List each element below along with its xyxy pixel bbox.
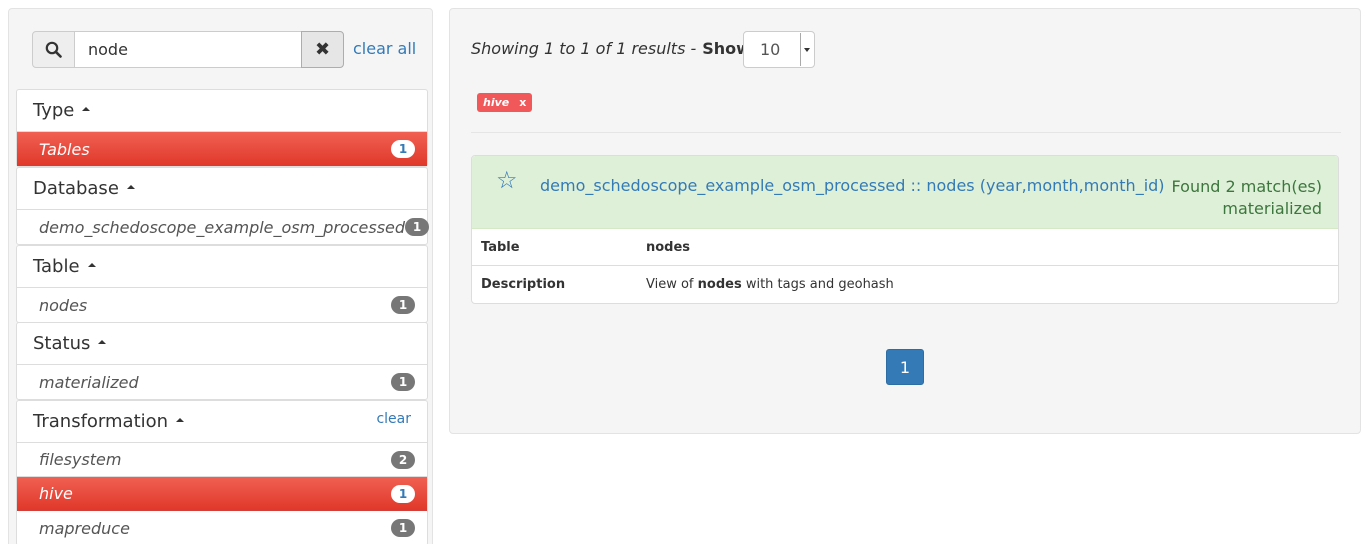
results-count-text: Showing 1 to 1 of 1 results - bbox=[471, 39, 697, 58]
facet-item-tables[interactable]: Tables 1 bbox=[17, 132, 427, 166]
caret-up-icon bbox=[176, 418, 185, 422]
result-header: ☆ demo_schedoscope_example_osm_processed… bbox=[472, 156, 1338, 229]
facet-item-database[interactable]: demo_schedoscope_example_osm_processed 1 bbox=[17, 210, 430, 244]
facet-item-materialized[interactable]: materialized 1 bbox=[17, 365, 427, 399]
facet-item-label: filesystem bbox=[39, 450, 122, 469]
caret-up-icon bbox=[98, 340, 107, 344]
chevron-down-icon bbox=[800, 33, 812, 66]
clear-search-button[interactable]: ✖ bbox=[301, 31, 344, 68]
facet-table-title[interactable]: Table bbox=[17, 246, 427, 288]
search-button[interactable] bbox=[32, 31, 75, 68]
results-panel: Showing 1 to 1 of 1 results - Show 10 hi… bbox=[449, 8, 1361, 434]
facet-item-hive[interactable]: hive 1 bbox=[17, 477, 427, 511]
close-icon: ✖ bbox=[314, 39, 331, 60]
facet-item-label: Tables bbox=[39, 139, 90, 159]
facet-title-label: Type bbox=[33, 100, 75, 121]
facet-item-label: materialized bbox=[39, 372, 139, 392]
search-icon bbox=[45, 41, 62, 58]
facet-item-filesystem[interactable]: filesystem 2 bbox=[17, 443, 427, 477]
result-status: materialized bbox=[1222, 199, 1322, 218]
description-highlight: nodes bbox=[697, 277, 742, 292]
facet-clear-link[interactable]: clear bbox=[376, 411, 411, 427]
description-prefix: View of bbox=[646, 277, 698, 292]
facet-sidebar: ✖ clear all Type Tables 1 Database demo_… bbox=[8, 8, 433, 544]
search-bar: ✖ bbox=[32, 31, 344, 68]
result-row-key: Description bbox=[481, 277, 566, 292]
active-filter-tag: hive x bbox=[477, 93, 533, 112]
result-card: ☆ demo_schedoscope_example_osm_processed… bbox=[471, 155, 1339, 304]
search-input[interactable] bbox=[75, 31, 301, 68]
facet-database-title[interactable]: Database bbox=[17, 168, 427, 210]
facet-title-label: Status bbox=[33, 333, 91, 354]
count-badge: 1 bbox=[391, 140, 415, 158]
count-badge: 1 bbox=[391, 373, 415, 391]
count-badge: 1 bbox=[391, 296, 415, 314]
facet-title-label: Table bbox=[33, 256, 80, 277]
clear-all-link[interactable]: clear all bbox=[353, 39, 416, 58]
page-size-select[interactable]: 10 bbox=[743, 31, 815, 68]
facet-item-label: nodes bbox=[39, 295, 88, 315]
result-row-table: Table nodes bbox=[472, 229, 1338, 266]
result-title-link[interactable]: demo_schedoscope_example_osm_processed :… bbox=[540, 176, 1165, 195]
result-row-key: Table bbox=[481, 239, 520, 255]
facet-database: Database demo_schedoscope_example_osm_pr… bbox=[16, 167, 430, 245]
caret-up-icon bbox=[87, 263, 96, 267]
count-badge: 1 bbox=[391, 519, 415, 537]
divider bbox=[471, 132, 1341, 133]
facet-item-label: mapreduce bbox=[39, 518, 130, 538]
results-summary: Showing 1 to 1 of 1 results - Show bbox=[471, 39, 751, 58]
caret-up-icon bbox=[126, 185, 135, 189]
facet-type: Type Tables 1 bbox=[16, 89, 428, 167]
caret-up-icon bbox=[82, 107, 91, 111]
facet-item-mapreduce[interactable]: mapreduce 1 bbox=[17, 511, 427, 544]
count-badge: 1 bbox=[391, 484, 415, 503]
star-icon[interactable]: ☆ bbox=[496, 166, 518, 194]
count-badge: 2 bbox=[391, 450, 415, 469]
page-size-value: 10 bbox=[760, 40, 781, 59]
result-match-info: Found 2 match(es) materialized bbox=[1172, 176, 1322, 220]
pagination-page-1[interactable]: 1 bbox=[886, 349, 924, 385]
result-row-value: nodes bbox=[646, 239, 691, 255]
result-row-description: Description View of nodes with tags and … bbox=[472, 266, 1338, 303]
facet-status-title[interactable]: Status bbox=[17, 323, 427, 365]
match-count: Found 2 match(es) bbox=[1171, 177, 1322, 196]
facet-status: Status materialized 1 bbox=[16, 322, 428, 400]
facet-transformation: Transformation clear filesystem 2 hive 1… bbox=[16, 400, 428, 544]
facet-title-label: Transformation bbox=[33, 411, 169, 432]
facet-transformation-title[interactable]: Transformation clear bbox=[17, 401, 427, 443]
filter-tag-label: hive bbox=[483, 96, 510, 109]
facet-type-title[interactable]: Type bbox=[17, 90, 427, 132]
facet-item-label: hive bbox=[39, 484, 73, 503]
count-badge: 1 bbox=[405, 218, 430, 236]
remove-filter-button[interactable]: x bbox=[519, 96, 526, 109]
facet-item-label: demo_schedoscope_example_osm_processed bbox=[39, 217, 406, 237]
facet-item-nodes[interactable]: nodes 1 bbox=[17, 288, 427, 322]
facet-table: Table nodes 1 bbox=[16, 245, 428, 323]
facet-title-label: Database bbox=[33, 178, 119, 199]
result-row-value: View of nodes with tags and geohash bbox=[646, 277, 894, 292]
description-suffix: with tags and geohash bbox=[741, 277, 894, 292]
